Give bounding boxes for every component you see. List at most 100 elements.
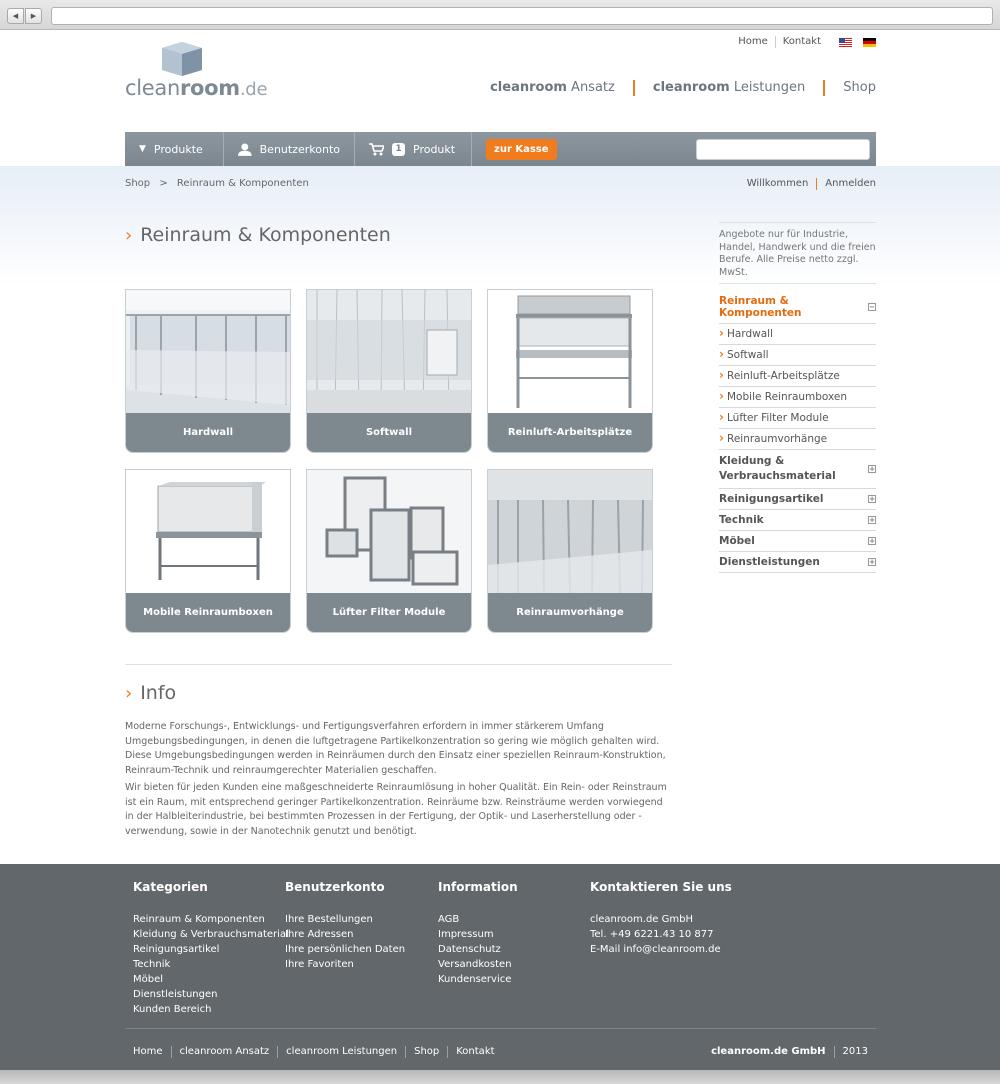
tile-label: Lüfter Filter Module (307, 593, 471, 632)
footer-bottom-nav: Home cleanroom Ansatz cleanroom Leistung… (125, 1046, 503, 1058)
subcategory-softwall[interactable]: Softwall (719, 345, 876, 366)
expand-icon[interactable]: + (868, 537, 876, 545)
footer-link[interactable]: Ihre persönlichen Daten (285, 942, 405, 957)
collapse-icon[interactable]: − (868, 303, 876, 311)
footer-link[interactable]: Kunden Bereich (133, 1002, 289, 1017)
german-flag-icon[interactable] (863, 37, 876, 47)
top-link-contact[interactable]: Kontakt (776, 36, 828, 48)
footer-link[interactable]: Möbel (133, 972, 289, 987)
back-arrow-icon[interactable]: ◀ (7, 8, 24, 24)
address-bar[interactable] (51, 7, 993, 25)
info-text: Moderne Forschungs-, Entwicklungs- und F… (125, 720, 672, 842)
category-tile-vorhaenge[interactable]: Reinraumvorhänge (487, 469, 653, 633)
category-dienstleistungen[interactable]: Dienstleistungen + (719, 552, 876, 573)
subcategory-luefter[interactable]: Lüfter Filter Module (719, 408, 876, 429)
footer-link[interactable]: Kleidung & Verbrauchsmaterial (133, 927, 289, 942)
footer-bottom-link[interactable]: Shop (406, 1046, 449, 1058)
breadcrumb-separator: > (159, 178, 168, 189)
category-kleidung[interactable]: Kleidung & Verbrauchsmaterial + (719, 450, 876, 489)
footer-link[interactable]: Versandkosten (438, 957, 518, 972)
cart-button[interactable]: 1 Produkt (355, 132, 472, 166)
subcategory-hardwall[interactable]: Hardwall (719, 324, 876, 345)
nav-cleanroom-ansatz[interactable]: cleanroom Ansatz (472, 80, 635, 96)
footer-link[interactable]: Impressum (438, 927, 518, 942)
forward-arrow-icon[interactable]: ▶ (25, 8, 42, 24)
footer-link[interactable]: Technik (133, 957, 289, 972)
search-input[interactable] (696, 138, 870, 160)
footer-link[interactable]: Datenschutz (438, 942, 518, 957)
subcategory-vorhaenge[interactable]: Reinraumvorhänge (719, 429, 876, 450)
pricing-note: Angebote nur für Industrie, Handel, Hand… (719, 222, 876, 284)
footer-link[interactable]: Reinraum & Komponenten (133, 912, 289, 927)
category-label: Kleidung & Verbrauchsmaterial (719, 455, 836, 482)
logo[interactable]: cleanroom.de (125, 42, 285, 102)
subcategory-label: Lüfter Filter Module (727, 412, 829, 424)
top-link-home[interactable]: Home (731, 36, 776, 48)
softwall-image (307, 290, 471, 414)
info-paragraph: Moderne Forschungs-, Entwicklungs- und F… (125, 721, 666, 776)
page-title: › Reinraum & Komponenten (125, 224, 391, 246)
expand-icon[interactable]: + (868, 465, 876, 473)
expand-icon[interactable]: + (868, 495, 876, 503)
footer-link[interactable]: AGB (438, 912, 518, 927)
category-active[interactable]: Reinraum & Komponenten − (719, 291, 876, 324)
tile-label: Reinluft-Arbeitsplätze (488, 413, 652, 452)
expand-icon[interactable]: + (868, 558, 876, 566)
welcome-link[interactable]: Willkommen (739, 178, 818, 190)
login-link[interactable]: Anmelden (817, 178, 876, 190)
tile-label: Hardwall (126, 413, 290, 452)
footer-col-benutzerkonto: Benutzerkonto Ihre Bestellungen Ihre Adr… (285, 880, 405, 972)
category-tile-luefter-module[interactable]: Lüfter Filter Module (306, 469, 472, 633)
nav-cleanroom-leistungen[interactable]: cleanroom Leistungen (635, 80, 826, 96)
category-technik[interactable]: Technik + (719, 510, 876, 531)
user-links: Willkommen Anmelden (739, 178, 876, 190)
footer-link[interactable]: Ihre Adressen (285, 927, 405, 942)
footer-text[interactable]: E-Mail info@cleanroom.de (590, 942, 732, 957)
nav-bold: cleanroom (652, 80, 730, 95)
products-label: Produkte (153, 142, 203, 156)
nav-rest: Shop (843, 80, 876, 95)
subcategory-reinluft[interactable]: Reinluft-Arbeitsplätze (719, 366, 876, 387)
products-menu[interactable]: ▼ Produkte (125, 132, 224, 166)
tile-label: Reinraumvorhänge (488, 593, 652, 632)
footer-year: 2013 (842, 1046, 868, 1057)
category-tile-reinluft[interactable]: Reinluft-Arbeitsplätze (487, 289, 653, 453)
footer-heading: Kategorien (133, 880, 208, 894)
footer-link[interactable]: Kundenservice (438, 972, 518, 987)
category-tile-mobile-boxen[interactable]: Mobile Reinraumboxen (125, 469, 291, 633)
cube-logo-icon (162, 42, 202, 76)
checkout-button[interactable]: zur Kasse (486, 138, 557, 160)
us-flag-icon[interactable] (839, 37, 852, 47)
footer-heading: Kontaktieren Sie uns (590, 880, 732, 894)
chevron-right-icon: › (125, 682, 133, 704)
expand-icon[interactable]: + (868, 516, 876, 524)
nav-shop[interactable]: Shop (825, 80, 876, 96)
content-divider (125, 664, 672, 665)
footer-link[interactable]: Ihre Favoriten (285, 957, 405, 972)
subcategory-label: Hardwall (727, 328, 773, 340)
footer: Kategorien Reinraum & Komponenten Kleidu… (0, 864, 1000, 1084)
account-menu[interactable]: Benutzerkonto (224, 132, 355, 166)
category-moebel[interactable]: Möbel + (719, 531, 876, 552)
category-reinigung[interactable]: Reinigungsartikel + (719, 489, 876, 510)
cart-label: Produkt (413, 142, 456, 156)
main-navigation: cleanroom Ansatz cleanroom Leistungen Sh… (472, 80, 876, 96)
footer-bottom-link[interactable]: cleanroom Ansatz (172, 1046, 279, 1058)
footer-link[interactable]: Dienstleistungen (133, 987, 289, 1002)
cart-icon (369, 142, 384, 155)
footer-bottom-link[interactable]: cleanroom Leistungen (278, 1046, 407, 1058)
top-links: Home Kontakt (731, 36, 876, 48)
cart-count-badge: 1 (392, 142, 405, 156)
footer-bottom-link[interactable]: Kontakt (448, 1046, 502, 1058)
subcategory-label: Reinluft-Arbeitsplätze (727, 370, 840, 382)
footer-link[interactable]: Reinigungsartikel (133, 942, 289, 957)
breadcrumb-shop[interactable]: Shop (125, 178, 150, 189)
category-tile-softwall[interactable]: Softwall (306, 289, 472, 453)
footer-text: Tel. +49 6221.43 10 877 (590, 929, 714, 940)
footer-bottom-link[interactable]: Home (125, 1046, 172, 1058)
footer-link[interactable]: Ihre Bestellungen (285, 912, 405, 927)
hardwall-image (126, 290, 290, 414)
subcategory-mobile-boxen[interactable]: Mobile Reinraumboxen (719, 387, 876, 408)
footer-col-kategorien: Kategorien Reinraum & Komponenten Kleidu… (133, 880, 289, 1017)
category-tile-hardwall[interactable]: Hardwall (125, 289, 291, 453)
